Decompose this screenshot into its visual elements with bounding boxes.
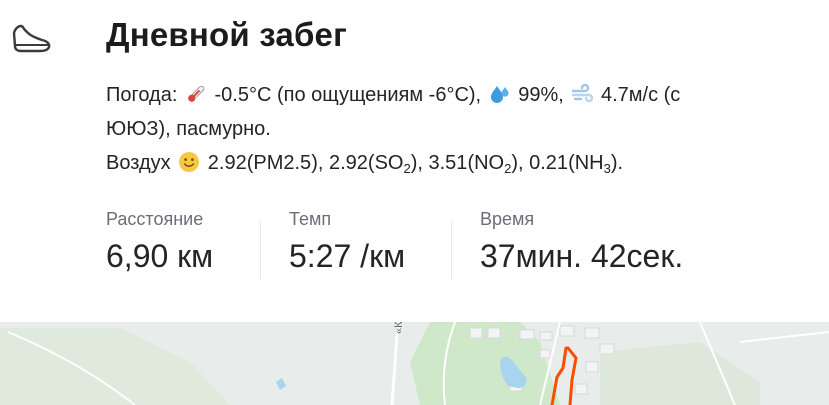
air-quality-line: Воздух 2.92(PM2.5), 2.92(SO2), 3.51(NO2)… bbox=[106, 152, 624, 176]
stat-pace-label: Темп bbox=[289, 209, 332, 229]
weather-line-1: Погода: -0.5°C (по ощущениям -6°C), 99%,… bbox=[106, 78, 806, 112]
weather-humidity: 99%, bbox=[518, 84, 564, 106]
air-no2-label: NO bbox=[474, 152, 505, 174]
stat-distance-label: Расстояние bbox=[106, 209, 204, 229]
air-no2-sub: 2 bbox=[504, 161, 512, 176]
stat-distance-value: 6,90 км bbox=[106, 238, 214, 274]
weather-wind-direction: ЮЮЗ), пасмурно. bbox=[106, 118, 271, 140]
air-so2-label: SO bbox=[374, 152, 404, 174]
air-nh3-label: NH bbox=[574, 152, 604, 174]
stat-pace-value: 5:27 /км bbox=[289, 238, 406, 274]
stat-divider bbox=[451, 221, 452, 279]
air-prefix: Воздух bbox=[106, 152, 171, 174]
weather-prefix: Погода: bbox=[106, 84, 178, 106]
air-so2-sub: 2 bbox=[403, 161, 411, 176]
wind-icon bbox=[572, 83, 594, 103]
stat-time: Время 37мин. 42сек. bbox=[480, 207, 683, 285]
stat-divider bbox=[260, 221, 261, 279]
stat-distance: Расстояние 6,90 км bbox=[106, 207, 213, 285]
weather-line-2: ЮЮЗ), пасмурно. bbox=[106, 112, 806, 146]
air-no2-value: 3.51 bbox=[428, 152, 468, 174]
thermometer-icon bbox=[188, 85, 205, 102]
stat-time-value: 37мин. 42сек. bbox=[480, 238, 684, 274]
smiling-face-icon bbox=[179, 152, 200, 172]
stat-pace: Темп 5:27 /км bbox=[289, 207, 405, 285]
weather-wind: 4.7м/с (с bbox=[600, 84, 681, 106]
route-map[interactable]: «Кр bbox=[0, 322, 829, 405]
running-shoe-icon bbox=[12, 24, 51, 53]
weather-temperature: -0.5°C (по ощущениям -6°C), bbox=[214, 84, 482, 106]
stat-time-label: Время bbox=[480, 209, 535, 229]
activity-title[interactable]: Дневной забег bbox=[106, 16, 347, 54]
activity-description: Погода: -0.5°C (по ощущениям -6°C), 99%,… bbox=[106, 78, 806, 180]
air-pm25-value: 2.92 bbox=[207, 152, 247, 174]
air-nh3-value: 0.21 bbox=[529, 152, 569, 174]
air-so2-value: 2.92 bbox=[328, 152, 368, 174]
map-road-label: «Кр bbox=[393, 322, 405, 334]
air-pm25-label: PM2.5 bbox=[253, 152, 312, 174]
air-nh3-sub: 3 bbox=[603, 161, 611, 176]
droplets-icon bbox=[490, 86, 509, 103]
